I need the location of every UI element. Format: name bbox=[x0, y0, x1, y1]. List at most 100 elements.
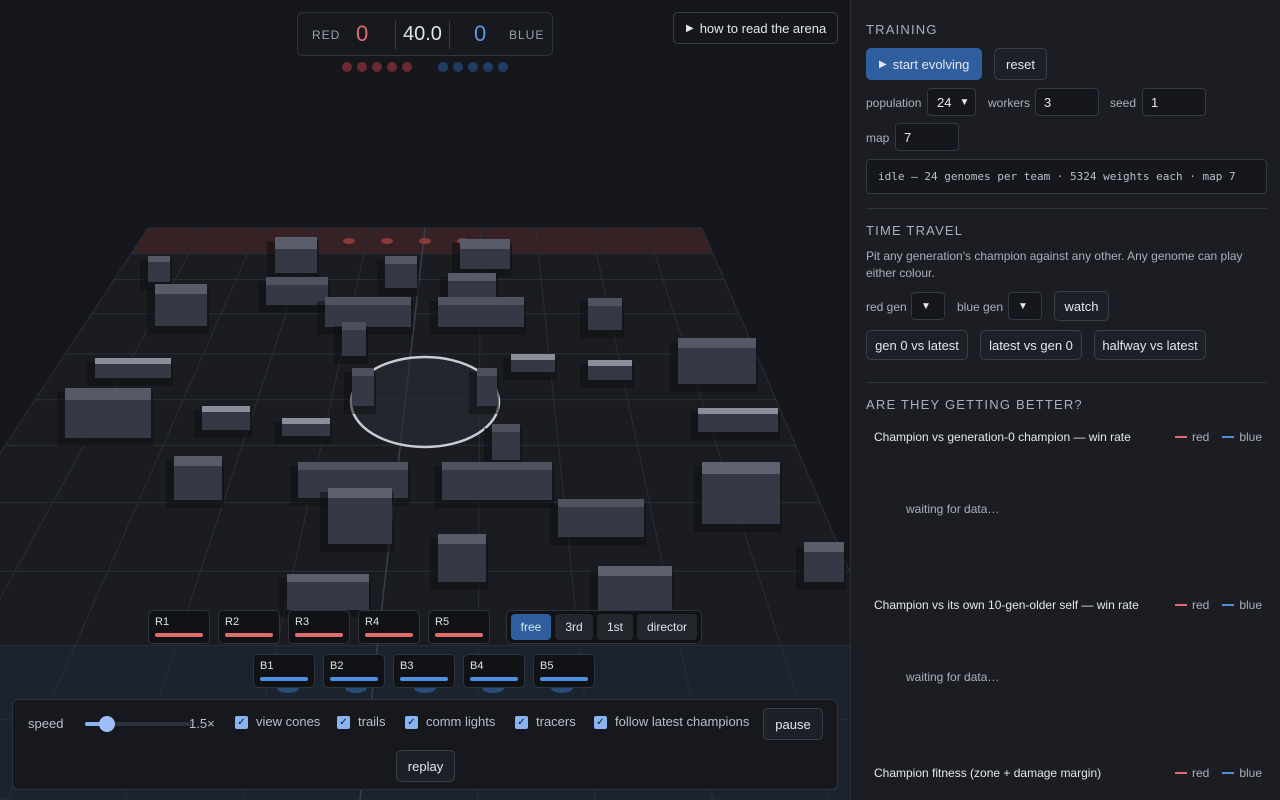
section-divider bbox=[866, 208, 1267, 209]
obstacle-side bbox=[511, 360, 555, 372]
speed-slider[interactable] bbox=[85, 716, 193, 732]
agent-card-r2[interactable]: R2 bbox=[218, 610, 280, 644]
obstacle-side bbox=[477, 376, 497, 406]
agent-card-r4[interactable]: R4 bbox=[358, 610, 420, 644]
obstacle-side bbox=[202, 412, 250, 430]
replay-button[interactable]: replay bbox=[396, 750, 455, 782]
agent-card-b4[interactable]: B4 bbox=[463, 654, 525, 688]
obstacle-side bbox=[282, 424, 330, 436]
red-alive-dot bbox=[402, 62, 412, 72]
obstacle-side bbox=[804, 552, 844, 582]
obstacle-block bbox=[580, 360, 634, 388]
camera-1st-button[interactable]: 1st bbox=[597, 614, 633, 640]
watch-button[interactable]: watch bbox=[1054, 291, 1109, 321]
blue-gen-select[interactable]: ▼ bbox=[1008, 292, 1042, 320]
comm-lights-label: comm lights bbox=[426, 714, 496, 729]
obstacle-top bbox=[266, 277, 328, 285]
agent-card-b5[interactable]: B5 bbox=[533, 654, 595, 688]
agent-label: B3 bbox=[400, 660, 414, 672]
speed-slider-thumb[interactable] bbox=[98, 716, 115, 732]
reset-button[interactable]: reset bbox=[994, 48, 1047, 80]
red-alive-dot bbox=[357, 62, 367, 72]
start-evolving-button[interactable]: ▶ start evolving bbox=[866, 48, 982, 80]
trails-checkbox[interactable]: ✓ bbox=[337, 716, 350, 729]
legend-red-swatch bbox=[1175, 436, 1187, 438]
spawn-marker bbox=[419, 238, 431, 244]
red-alive-dot bbox=[387, 62, 397, 72]
population-select[interactable]: 24 ▼ bbox=[927, 88, 976, 116]
agent-label: R2 bbox=[225, 616, 240, 628]
obstacle-side bbox=[95, 364, 171, 378]
health-bar bbox=[435, 633, 483, 637]
agent-label: B4 bbox=[470, 660, 484, 672]
agent-card-b2[interactable]: B2 bbox=[323, 654, 385, 688]
obstacle-top bbox=[511, 354, 555, 360]
spawn-marker bbox=[381, 238, 393, 244]
follow-champions-checkbox[interactable]: ✓ bbox=[594, 716, 607, 729]
comm-lights-checkbox[interactable]: ✓ bbox=[405, 716, 418, 729]
legend-blue-label: blue bbox=[1239, 430, 1263, 444]
obstacle-side bbox=[460, 249, 510, 269]
how-to-read-button[interactable]: ▶ how to read the arena bbox=[673, 12, 838, 44]
camera-free-button[interactable]: free bbox=[511, 614, 551, 640]
legend-blue-swatch bbox=[1222, 772, 1235, 774]
agent-card-r1[interactable]: R1 bbox=[148, 610, 210, 644]
obstacle-block bbox=[377, 256, 419, 296]
blue-alive-dot bbox=[468, 62, 478, 72]
obstacle-side bbox=[442, 470, 552, 500]
agent-card-b1[interactable]: B1 bbox=[253, 654, 315, 688]
obstacle-top bbox=[287, 574, 369, 582]
obstacle-block bbox=[87, 358, 173, 386]
chart-title: Champion fitness (zone + damage margin) bbox=[874, 766, 1102, 780]
obstacle-block bbox=[166, 456, 224, 508]
workers-input[interactable]: 3 bbox=[1035, 88, 1099, 116]
obstacle-top bbox=[202, 406, 250, 412]
seed-input[interactable]: 1 bbox=[1142, 88, 1206, 116]
chart-waiting-message: waiting for data… bbox=[906, 502, 1000, 516]
obstacle-block bbox=[320, 488, 394, 552]
obstacle-top bbox=[385, 256, 417, 264]
legend-red-label: red bbox=[1192, 598, 1210, 612]
trails-label: trails bbox=[358, 714, 386, 729]
preset-gen0-vs-latest-button[interactable]: gen 0 vs latest bbox=[866, 330, 968, 360]
obstacle-top bbox=[460, 239, 510, 249]
camera-director-button[interactable]: director bbox=[637, 614, 697, 640]
red-gen-select[interactable]: ▼ bbox=[911, 292, 945, 320]
obstacle-block bbox=[503, 354, 557, 380]
camera-3rd-button[interactable]: 3rd bbox=[555, 614, 593, 640]
obstacle-block bbox=[434, 462, 554, 508]
obstacle-block bbox=[147, 284, 209, 334]
agent-card-r3[interactable]: R3 bbox=[288, 610, 350, 644]
agent-card-r5[interactable]: R5 bbox=[428, 610, 490, 644]
obstacle-block bbox=[430, 534, 488, 590]
view-cones-label: view cones bbox=[256, 714, 321, 729]
pause-button[interactable]: pause bbox=[763, 708, 823, 740]
agent-card-b3[interactable]: B3 bbox=[393, 654, 455, 688]
health-bar bbox=[400, 677, 448, 681]
arena-viewport[interactable]: RED 0 40.0 0 BLUE ▶ how to read the aren… bbox=[0, 0, 850, 800]
obstacle-block bbox=[484, 424, 522, 468]
spawn-marker bbox=[343, 238, 355, 244]
legend-blue-swatch bbox=[1222, 436, 1235, 438]
obstacle-side bbox=[588, 306, 622, 330]
tracers-checkbox[interactable]: ✓ bbox=[515, 716, 528, 729]
map-input[interactable]: 7 bbox=[895, 123, 959, 151]
blue-score: 0 bbox=[474, 21, 487, 46]
progress-section-title: ARE THEY GETTING BETTER? bbox=[866, 397, 1083, 412]
health-bar bbox=[260, 677, 308, 681]
obstacle-block bbox=[452, 239, 512, 277]
speed-value: 1.5× bbox=[189, 716, 215, 731]
obstacle-side bbox=[698, 414, 778, 432]
chart-legend: red blue bbox=[1175, 766, 1262, 780]
view-cones-checkbox[interactable]: ✓ bbox=[235, 716, 248, 729]
legend-red-swatch bbox=[1175, 772, 1187, 774]
obstacle-top bbox=[352, 368, 374, 376]
obstacle-side bbox=[325, 305, 411, 327]
preset-halfway-vs-latest-button[interactable]: halfway vs latest bbox=[1094, 330, 1206, 360]
obstacle-top bbox=[438, 534, 486, 544]
obstacle-top bbox=[804, 542, 844, 552]
preset-latest-vs-gen0-button[interactable]: latest vs gen 0 bbox=[980, 330, 1082, 360]
scoreboard: RED 0 40.0 0 BLUE bbox=[297, 12, 553, 56]
time-travel-section-title: TIME TRAVEL bbox=[866, 223, 964, 238]
playback-controls: speed 1.5× ✓ view cones ✓ trails ✓ comm … bbox=[12, 699, 838, 790]
